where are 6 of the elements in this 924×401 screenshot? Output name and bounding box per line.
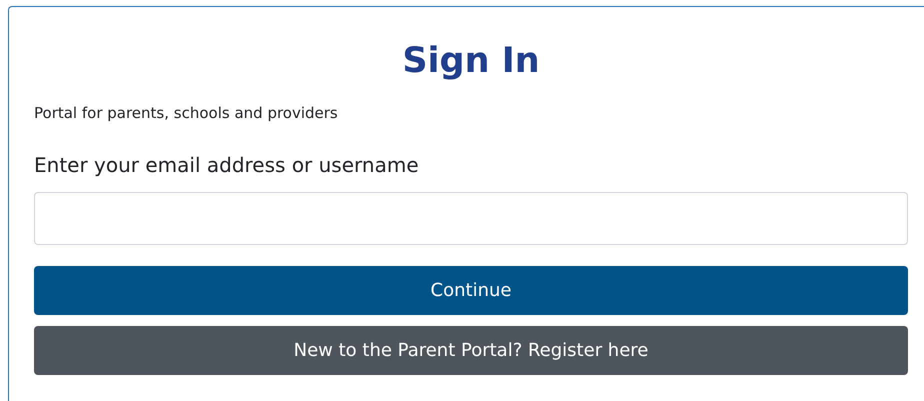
subtitle: Portal for parents, schools and providers	[34, 103, 339, 124]
email-field[interactable]	[34, 192, 908, 245]
continue-button[interactable]: Continue	[34, 266, 908, 315]
register-button[interactable]: New to the Parent Portal? Register here	[34, 326, 908, 375]
email-label: Enter your email address or username	[34, 152, 420, 179]
page-title: Sign In	[401, 40, 541, 83]
